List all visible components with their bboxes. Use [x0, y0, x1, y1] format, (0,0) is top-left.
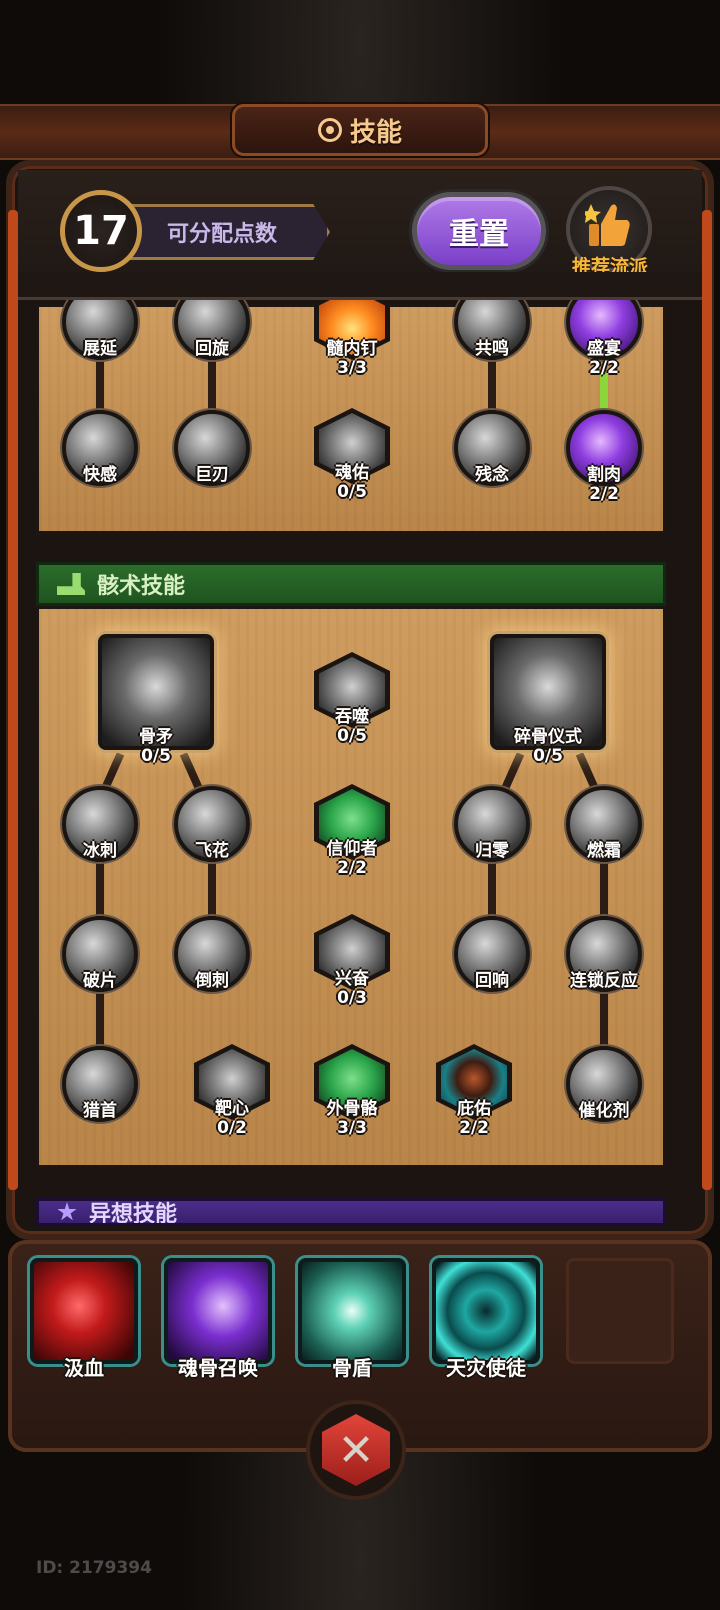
equipped-slot-2[interactable]	[164, 1258, 272, 1364]
connector-line	[96, 860, 104, 920]
skill-name: 连锁反应	[570, 971, 638, 991]
skill-level: 2/2	[337, 858, 367, 878]
skill-node[interactable]: 回响	[454, 916, 530, 992]
skill-node[interactable]: 冰刺	[62, 786, 138, 862]
skill-node[interactable]: 飞花	[174, 786, 250, 862]
boot-icon	[57, 573, 85, 595]
skill-node[interactable]: 猎首	[62, 1046, 138, 1122]
skill-level: 0/5	[141, 746, 171, 766]
skill-node[interactable]: 吞噬 0/5	[314, 652, 390, 746]
skill-level: 3/3	[337, 1118, 367, 1138]
skill-gear-icon	[317, 118, 342, 142]
skill-level: 0/5	[337, 482, 367, 502]
connector-line-active	[600, 372, 608, 412]
section-title: 骸术技能	[97, 574, 186, 599]
skill-name: 倒刺	[195, 971, 229, 991]
equipped-slot-3[interactable]	[298, 1258, 406, 1364]
skill-name: 燃霜	[587, 841, 621, 861]
skill-node[interactable]: 快感	[62, 410, 138, 486]
skill-level: 2/2	[589, 484, 619, 504]
skill-name: 巨刃	[195, 465, 229, 485]
connector-line	[600, 990, 608, 1050]
skill-name: 髓内钉	[326, 339, 378, 359]
equipped-skill-name: 天灾使徒	[446, 1356, 526, 1380]
skill-name: 碎骨仪式	[514, 727, 582, 747]
skill-name: 吞噬	[335, 707, 369, 727]
connector-line	[600, 860, 608, 920]
thumbs-up-icon	[585, 204, 630, 246]
page-title: 技能	[349, 117, 402, 148]
equipped-skill-name: 骨盾	[332, 1356, 372, 1380]
skill-node[interactable]: 兴奋 0/3	[314, 914, 390, 1008]
skill-node[interactable]: 割肉 2/2	[566, 410, 642, 504]
skill-level: 0/5	[337, 726, 367, 746]
skill-node[interactable]: 靶心 0/2	[194, 1044, 270, 1138]
skill-node[interactable]: 残念	[454, 410, 530, 486]
skill-level: 0/3	[337, 988, 367, 1008]
skill-node[interactable]: 外骨骼 3/3	[314, 1044, 390, 1138]
equipped-slot-empty[interactable]	[566, 1258, 674, 1364]
connector-line	[488, 356, 496, 412]
skill-node[interactable]: 庇佑 2/2	[436, 1044, 512, 1138]
reset-button[interactable]: 重置	[412, 192, 546, 270]
skill-level: 2/2	[459, 1118, 489, 1138]
skill-name: 靶心	[215, 1099, 249, 1119]
skill-level: 0/5	[533, 746, 563, 766]
skill-name: 兴奋	[335, 969, 369, 989]
frame-left-rail	[8, 210, 18, 1190]
connector-line	[96, 990, 104, 1050]
points-counter: 17	[60, 190, 142, 272]
section-title: 异想技能	[89, 1202, 178, 1226]
connector-line	[96, 356, 104, 412]
equipped-skill-name: 魂骨召唤	[178, 1356, 258, 1380]
header-plaque: 技能	[232, 104, 488, 156]
skill-name: 信仰者	[326, 839, 378, 859]
equipped-skill-name: 汲血	[64, 1356, 104, 1380]
connector-line	[208, 860, 216, 920]
skill-node[interactable]: 巨刃	[174, 410, 250, 486]
skill-node[interactable]: 破片	[62, 916, 138, 992]
connector-line	[488, 860, 496, 920]
skill-node[interactable]: 连锁反应	[566, 916, 642, 992]
skill-level: 0/2	[217, 1118, 247, 1138]
skill-node-major[interactable]: 骨矛 0/5	[98, 634, 214, 766]
skill-node[interactable]: 倒刺	[174, 916, 250, 992]
skill-node[interactable]: 信仰者 2/2	[314, 784, 390, 878]
tree-clip-mask	[18, 272, 702, 300]
skill-node-major[interactable]: 碎骨仪式 0/5	[490, 634, 606, 766]
skill-node[interactable]: 魂佑 0/5	[314, 408, 390, 502]
connector-line	[208, 356, 216, 412]
equipped-slot-4[interactable]	[432, 1258, 540, 1364]
equipped-slot-1[interactable]	[30, 1258, 138, 1364]
section-header-bone[interactable]: 骸术技能	[36, 562, 666, 606]
skill-node[interactable]: 燃霜	[566, 786, 642, 862]
skill-node[interactable]: 归零	[454, 786, 530, 862]
points-label: 可分配点数	[120, 204, 330, 260]
section-header-other[interactable]: 异想技能	[36, 1198, 666, 1226]
frame-right-rail	[702, 210, 712, 1190]
player-id: ID: 2179394	[36, 1558, 152, 1578]
skill-name: 魂佑	[335, 463, 369, 483]
skill-name: 回旋	[195, 339, 229, 359]
skill-name: 外骨骼	[326, 1099, 378, 1119]
skill-name: 盛宴	[587, 339, 621, 359]
star-icon	[57, 1202, 77, 1221]
skill-name: 庇佑	[457, 1099, 491, 1119]
skill-level: 3/3	[337, 358, 367, 378]
skill-level: 2/2	[589, 358, 619, 378]
skill-name: 骨矛	[139, 727, 173, 747]
skill-node[interactable]: 催化剂	[566, 1046, 642, 1122]
skill-name: 飞花	[195, 841, 229, 861]
skill-name: 割肉	[587, 465, 621, 485]
skill-name: 催化剂	[578, 1101, 630, 1121]
skill-name: 猎首	[83, 1101, 117, 1121]
